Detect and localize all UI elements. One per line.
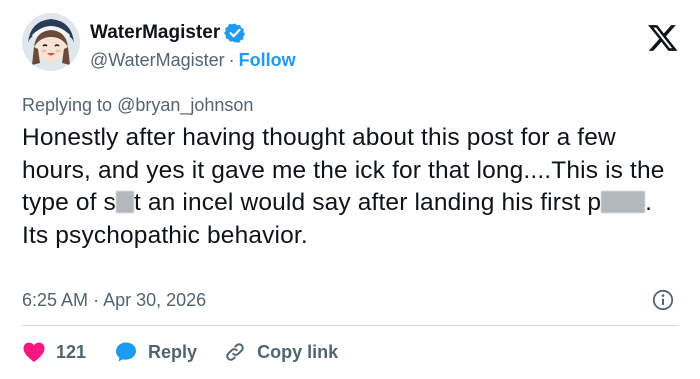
display-name[interactable]: WaterMagister xyxy=(90,22,220,44)
heart-icon xyxy=(23,342,45,362)
separator: · xyxy=(228,50,235,70)
info-icon[interactable] xyxy=(652,289,674,311)
replying-to-prefix: Replying to xyxy=(22,95,118,115)
follow-button[interactable]: Follow xyxy=(239,50,296,70)
divider xyxy=(22,325,678,326)
censor-blur xyxy=(601,191,646,213)
reply-label: Reply xyxy=(148,341,198,362)
reply-mention-link[interactable]: @bryan_johnson xyxy=(117,95,253,115)
reply-button[interactable]: Reply xyxy=(114,340,197,364)
censor-blur xyxy=(115,191,134,213)
tweet-text: Honestly after having thought about this… xyxy=(22,122,682,252)
like-button[interactable]: 121 xyxy=(22,341,86,363)
like-count: 121 xyxy=(56,341,87,362)
author-block: WaterMagister @WaterMagister · Follow xyxy=(90,22,296,71)
separator: · xyxy=(93,290,100,310)
copy-link-button[interactable]: Copy link xyxy=(223,340,338,364)
handle[interactable]: @WaterMagister xyxy=(90,50,225,70)
tweet-header: WaterMagister @WaterMagister · Follow xyxy=(22,13,682,81)
link-icon xyxy=(226,343,244,361)
x-logo-icon[interactable] xyxy=(647,22,679,54)
tweet-text-part-2: t an incel would say after landing his f… xyxy=(133,189,602,216)
timestamp[interactable]: 6:25 AM · Apr 30, 2026 xyxy=(22,288,206,312)
copy-link-label: Copy link xyxy=(257,341,339,362)
verified-badge-icon xyxy=(224,22,246,44)
avatar[interactable] xyxy=(22,13,80,71)
tweet-time: 6:25 AM xyxy=(22,290,89,310)
handle-row: @WaterMagister · Follow xyxy=(90,49,296,71)
tweet-date: Apr 30, 2026 xyxy=(103,290,207,310)
replying-to: Replying to @bryan_johnson xyxy=(22,93,253,117)
reply-bubble-icon xyxy=(116,342,137,362)
action-bar: 121 Reply Copy link xyxy=(22,338,364,366)
